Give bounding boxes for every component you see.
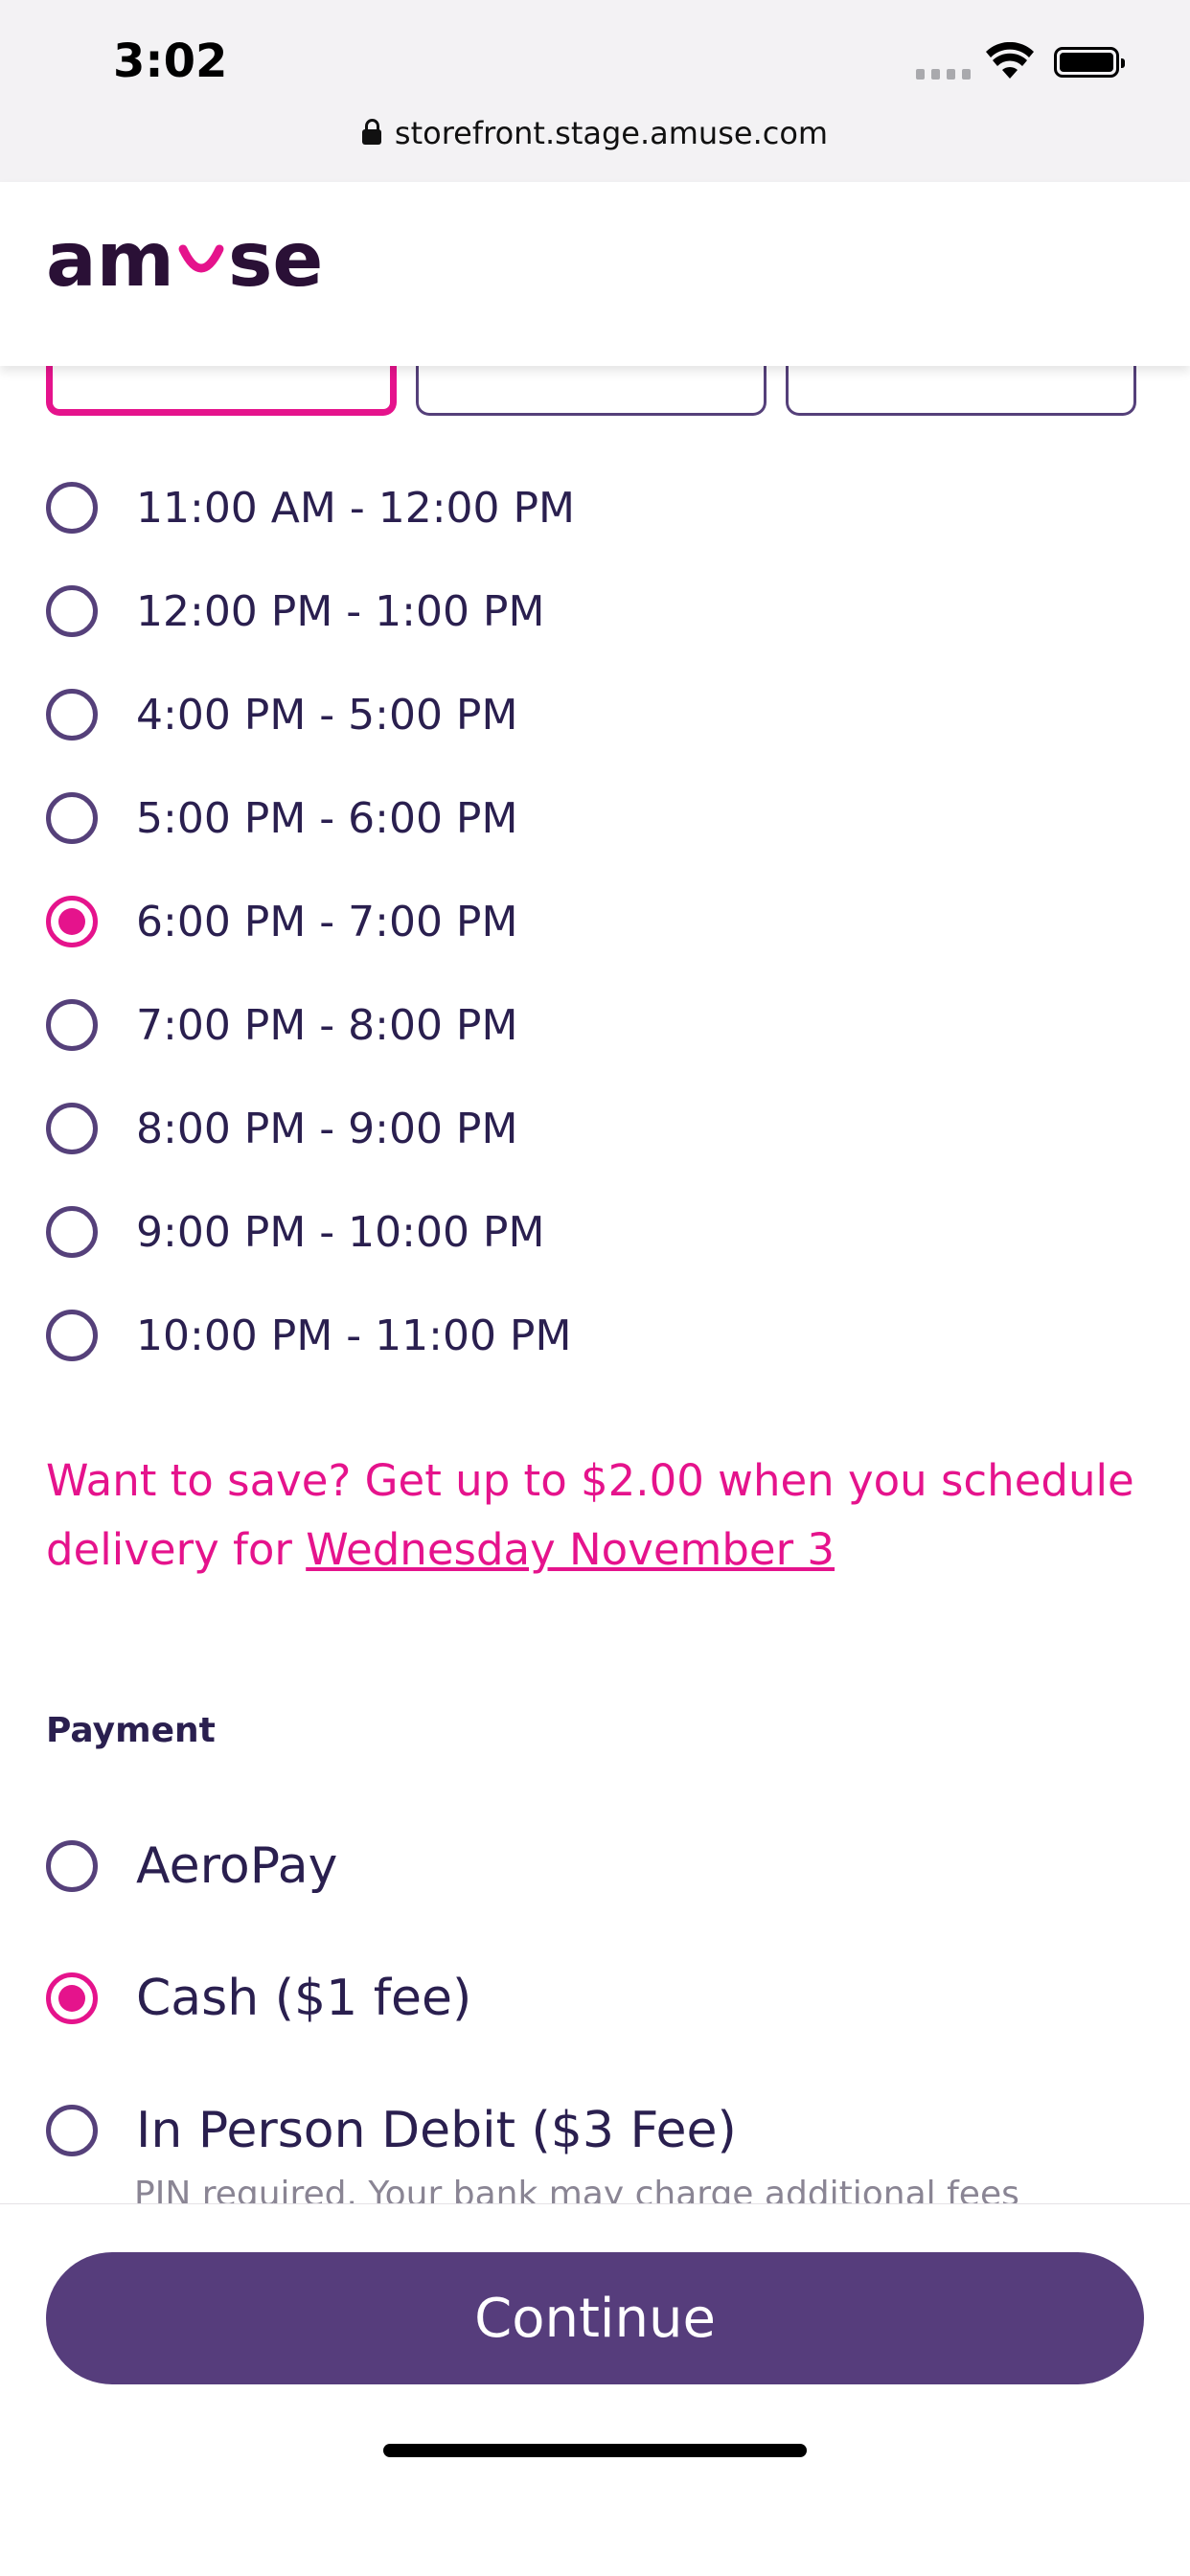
radio-button[interactable] — [46, 482, 98, 534]
time-slot-label: 4:00 PM - 5:00 PM — [136, 690, 518, 740]
time-slot-label: 12:00 PM - 1:00 PM — [136, 586, 545, 636]
radio-button[interactable] — [46, 689, 98, 741]
time-slot-option-selected[interactable]: 6:00 PM - 7:00 PM — [46, 896, 517, 947]
payment-heading: Payment — [46, 1711, 216, 1750]
url-text: storefront.stage.amuse.com — [394, 115, 829, 151]
url-bar[interactable]: storefront.stage.amuse.com — [0, 115, 1190, 151]
amuse-logo[interactable]: am se — [46, 220, 343, 297]
radio-button[interactable] — [46, 2105, 98, 2156]
time-slot-label: 5:00 PM - 6:00 PM — [136, 793, 518, 843]
radio-button[interactable] — [46, 1206, 98, 1258]
time-slot-option[interactable]: 8:00 PM - 9:00 PM — [46, 1103, 517, 1154]
time-slot-label: 8:00 PM - 9:00 PM — [136, 1104, 518, 1153]
time-slot-label: 11:00 AM - 12:00 PM — [136, 483, 575, 533]
time-slot-label: 7:00 PM - 8:00 PM — [136, 1000, 518, 1050]
promo-date-link[interactable]: Wednesday November 3 — [306, 1524, 835, 1575]
continue-button[interactable]: Continue — [46, 2252, 1144, 2384]
time-slot-label: 10:00 PM - 11:00 PM — [136, 1311, 572, 1360]
payment-option-label: In Person Debit ($3 Fee) — [136, 2102, 737, 2159]
browser-status-bar: 3:02 storefront.stage.amuse.com — [0, 0, 1190, 183]
radio-button-checked[interactable] — [46, 896, 98, 947]
radio-button[interactable] — [46, 1103, 98, 1154]
payment-option-label: Cash ($1 fee) — [136, 1970, 472, 2027]
site-header: am se — [0, 182, 1190, 366]
time-slot-option[interactable]: 11:00 AM - 12:00 PM — [46, 482, 575, 534]
time-slot-option[interactable]: 10:00 PM - 11:00 PM — [46, 1310, 571, 1361]
battery-icon — [1054, 47, 1125, 78]
radio-button[interactable] — [46, 1840, 98, 1892]
payment-option-label: AeroPay — [136, 1837, 338, 1895]
lock-icon — [361, 119, 381, 145]
sticky-footer: Continue — [0, 2203, 1190, 2576]
time-slot-option[interactable]: 4:00 PM - 5:00 PM — [46, 689, 517, 741]
home-indicator — [383, 2444, 807, 2457]
wifi-icon — [986, 42, 1034, 79]
status-time: 3:02 — [113, 34, 228, 88]
payment-option[interactable]: AeroPay — [46, 1837, 337, 1895]
time-slot-option[interactable]: 9:00 PM - 10:00 PM — [46, 1206, 544, 1258]
payment-option[interactable]: In Person Debit ($3 Fee) — [46, 2102, 737, 2159]
radio-button[interactable] — [46, 585, 98, 637]
time-slot-option[interactable]: 7:00 PM - 8:00 PM — [46, 999, 517, 1051]
time-slot-option[interactable]: 5:00 PM - 6:00 PM — [46, 792, 517, 844]
cellular-signal-icon — [916, 69, 971, 80]
radio-button[interactable] — [46, 792, 98, 844]
time-slot-option[interactable]: 12:00 PM - 1:00 PM — [46, 585, 544, 637]
time-slot-label: 9:00 PM - 10:00 PM — [136, 1207, 545, 1257]
svg-text:am: am — [46, 220, 174, 297]
savings-promo: Want to save? Get up to $2.00 when you s… — [46, 1447, 1138, 1584]
radio-button[interactable] — [46, 999, 98, 1051]
radio-button[interactable] — [46, 1310, 98, 1361]
radio-button-checked[interactable] — [46, 1972, 98, 2024]
payment-option-selected[interactable]: Cash ($1 fee) — [46, 1970, 471, 2027]
time-slot-label: 6:00 PM - 7:00 PM — [136, 897, 518, 946]
svg-text:se: se — [228, 220, 323, 297]
